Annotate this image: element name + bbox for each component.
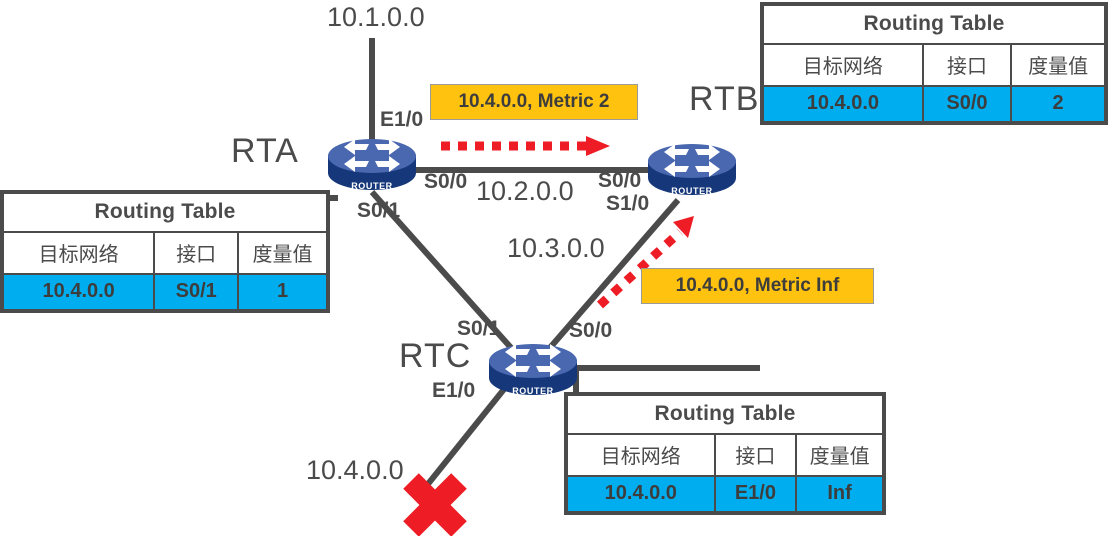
cell-metric: 2 xyxy=(1012,87,1104,121)
cell-metric: 1 xyxy=(239,275,326,309)
interface-label-rtc-e1-0: E1/0 xyxy=(432,379,476,402)
cell-network: 10.4.0.0 xyxy=(568,477,716,511)
interface-label-rta-s0-0: S0/0 xyxy=(424,170,468,193)
routing-table-rtc: Routing Table 目标网络 接口 度量值 10.4.0.0 E1/0 … xyxy=(564,392,886,515)
cell-network: 10.4.0.0 xyxy=(764,87,924,121)
network-label-10-4-0-0: 10.4.0.0 xyxy=(306,455,404,485)
table-header-row: 目标网络 接口 度量值 xyxy=(764,45,1104,87)
routing-table-title: Routing Table xyxy=(764,6,1104,45)
routing-table-rtb: Routing Table 目标网络 接口 度量值 10.4.0.0 S0/0 … xyxy=(760,2,1108,125)
routing-table-rta: Routing Table 目标网络 接口 度量值 10.4.0.0 S0/1 … xyxy=(0,190,330,313)
routing-table-title: Routing Table xyxy=(4,194,326,233)
table-header-row: 目标网络 接口 度量值 xyxy=(568,435,882,477)
table-row: 10.4.0.0 E1/0 Inf xyxy=(568,477,882,511)
interface-label-rta-e1-0: E1/0 xyxy=(380,108,424,131)
column-header-network: 目标网络 xyxy=(568,435,716,475)
interface-label-rtb-s1-0: S1/0 xyxy=(606,192,650,215)
column-header-interface: 接口 xyxy=(924,45,1013,85)
column-header-network: 目标网络 xyxy=(764,45,924,85)
column-header-metric: 度量值 xyxy=(809,446,870,468)
router-caption: ROUTER xyxy=(351,181,393,191)
network-label-10-1-0-0: 10.1.0.0 xyxy=(327,2,425,32)
column-header-network: 目标网络 xyxy=(4,233,156,273)
router-label-rtb: RTB xyxy=(689,80,760,118)
interface-label-rtb-s0-0: S0/0 xyxy=(598,169,642,192)
interface-label-rtc-s0-1: S0/1 xyxy=(457,317,501,340)
cell-network: 10.4.0.0 xyxy=(4,275,156,309)
interface-label-rtc-s0-0: S0/0 xyxy=(569,319,613,342)
cell-interface: E1/0 xyxy=(715,477,798,511)
table-header-row: 目标网络 接口 度量值 xyxy=(4,233,326,275)
column-header-metric: 度量值 xyxy=(252,244,313,266)
router-caption: ROUTER xyxy=(671,186,713,196)
column-header-metric: 度量值 xyxy=(1028,56,1089,78)
red-dashed-arrow-right xyxy=(441,136,610,156)
column-header-interface: 接口 xyxy=(716,435,798,475)
table-row: 10.4.0.0 S0/1 1 xyxy=(4,275,326,309)
routing-table-title: Routing Table xyxy=(568,396,882,435)
cell-interface: S0/1 xyxy=(155,275,240,309)
network-label-10-2-0-0: 10.2.0.0 xyxy=(476,176,574,206)
router-label-rta: RTA xyxy=(231,132,299,170)
callout-metric-2: 10.4.0.0, Metric 2 xyxy=(430,84,638,120)
cell-metric: Inf xyxy=(797,477,882,511)
interface-label-rta-s0-1: S0/1 xyxy=(357,199,401,222)
cell-interface: S0/0 xyxy=(923,87,1013,121)
red-x-mark xyxy=(403,473,467,536)
callout-metric-inf: 10.4.0.0, Metric Inf xyxy=(641,268,874,304)
network-label-10-3-0-0: 10.3.0.0 xyxy=(507,233,605,263)
router-icon-rtb[interactable]: ROUTER xyxy=(645,136,739,202)
network-diagram: ROUTER ROUTER ROUTER 10.1.0.0 10.2.0.0 1… xyxy=(0,0,1113,536)
router-icon-rta[interactable]: ROUTER xyxy=(325,131,419,197)
column-header-interface: 接口 xyxy=(155,233,240,273)
router-label-rtc: RTC xyxy=(399,337,472,375)
table-row: 10.4.0.0 S0/0 2 xyxy=(764,87,1104,121)
